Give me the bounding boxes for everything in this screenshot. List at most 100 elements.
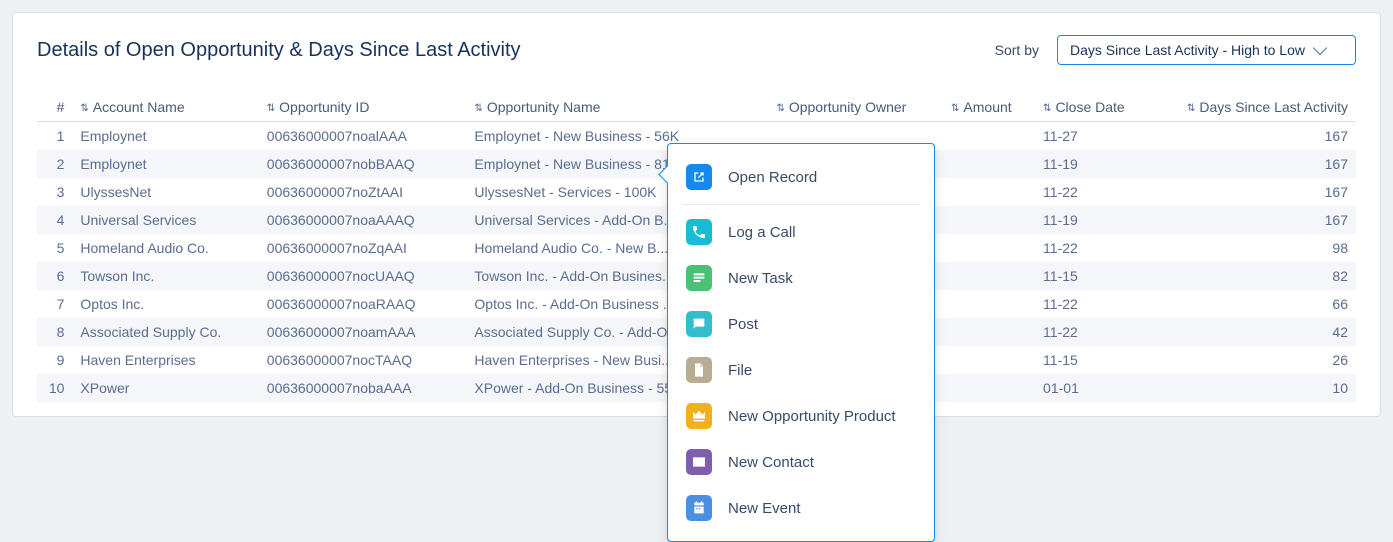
menu-label: New Task xyxy=(728,270,793,287)
sort-icon: ⇅ xyxy=(1043,103,1051,114)
menu-new-opportunity-product[interactable]: New Opportunity Product xyxy=(668,393,934,439)
open-record-icon xyxy=(686,164,712,190)
cell-amount xyxy=(943,346,1035,374)
cell-close-date: 11-15 xyxy=(1035,346,1146,374)
cell-index: 7 xyxy=(37,290,72,318)
cell-days: 167 xyxy=(1146,206,1356,234)
menu-new-task[interactable]: New Task xyxy=(668,255,934,301)
cell-account: Universal Services xyxy=(72,206,258,234)
cell-opportunity-id: 00636000007noZtAAI xyxy=(259,178,467,206)
crown-icon xyxy=(686,403,712,429)
cell-account: Employnet xyxy=(72,150,258,178)
cell-account: Homeland Audio Co. xyxy=(72,234,258,262)
cell-account: UlyssesNet xyxy=(72,178,258,206)
sort-icon: ⇅ xyxy=(776,103,784,114)
cell-days: 167 xyxy=(1146,178,1356,206)
col-opportunity-name[interactable]: ⇅Opportunity Name xyxy=(466,93,768,122)
cell-index: 9 xyxy=(37,346,72,374)
cell-account: Employnet xyxy=(72,122,258,151)
menu-open-record[interactable]: Open Record xyxy=(668,154,934,200)
cell-opportunity-id: 00636000007nobaAAA xyxy=(259,374,467,402)
cell-close-date: 11-27 xyxy=(1035,122,1146,151)
cell-close-date: 11-15 xyxy=(1035,262,1146,290)
cell-index: 1 xyxy=(37,122,72,151)
cell-index: 6 xyxy=(37,262,72,290)
menu-label: New Event xyxy=(728,500,801,517)
cell-days: 167 xyxy=(1146,150,1356,178)
cell-close-date: 11-22 xyxy=(1035,318,1146,346)
menu-label: New Opportunity Product xyxy=(728,408,896,425)
cell-amount xyxy=(943,206,1035,234)
col-account-name[interactable]: ⇅Account Name xyxy=(72,93,258,122)
sort-icon: ⇅ xyxy=(267,103,275,114)
sort-icon: ⇅ xyxy=(951,103,959,114)
chevron-down-icon xyxy=(1313,41,1327,55)
contact-icon xyxy=(686,449,712,475)
menu-post[interactable]: Post xyxy=(668,301,934,347)
cell-days: 98 xyxy=(1146,234,1356,262)
col-amount[interactable]: ⇅Amount xyxy=(943,93,1035,122)
cell-opportunity-id: 00636000007nobBAAQ xyxy=(259,150,467,178)
cell-close-date: 11-19 xyxy=(1035,206,1146,234)
cell-amount xyxy=(943,290,1035,318)
cell-days: 42 xyxy=(1146,318,1356,346)
col-opportunity-owner[interactable]: ⇅Opportunity Owner xyxy=(768,93,943,122)
cell-amount xyxy=(943,150,1035,178)
menu-new-contact[interactable]: New Contact xyxy=(668,439,934,485)
cell-index: 4 xyxy=(37,206,72,234)
sort-icon: ⇅ xyxy=(1187,103,1195,114)
cell-close-date: 11-22 xyxy=(1035,290,1146,318)
cell-opportunity-id: 00636000007nocUAAQ xyxy=(259,262,467,290)
cell-opportunity-id: 00636000007nocTAAQ xyxy=(259,346,467,374)
cell-days: 167 xyxy=(1146,122,1356,151)
menu-new-event[interactable]: New Event xyxy=(668,485,934,531)
menu-file[interactable]: File xyxy=(668,347,934,393)
cell-opportunity-id: 00636000007noZqAAI xyxy=(259,234,467,262)
report-card: Details of Open Opportunity & Days Since… xyxy=(12,12,1381,417)
cell-opportunity-id: 00636000007noaAAAQ xyxy=(259,206,467,234)
cell-amount xyxy=(943,374,1035,402)
cell-opportunity-id: 00636000007noamAAA xyxy=(259,318,467,346)
cell-opportunity-id: 00636000007noaRAAQ xyxy=(259,290,467,318)
row-context-menu: Open Record Log a Call New Task Post Fi xyxy=(667,143,935,542)
col-index[interactable]: # xyxy=(37,93,72,122)
cell-amount xyxy=(943,262,1035,290)
cell-close-date: 01-01 xyxy=(1035,374,1146,402)
cell-close-date: 11-22 xyxy=(1035,234,1146,262)
cell-account: Associated Supply Co. xyxy=(72,318,258,346)
cell-days: 26 xyxy=(1146,346,1356,374)
phone-icon xyxy=(686,219,712,245)
page-title: Details of Open Opportunity & Days Since… xyxy=(37,39,521,62)
cell-account: Haven Enterprises xyxy=(72,346,258,374)
cell-index: 2 xyxy=(37,150,72,178)
cell-days: 82 xyxy=(1146,262,1356,290)
cell-days: 10 xyxy=(1146,374,1356,402)
cell-days: 66 xyxy=(1146,290,1356,318)
cell-amount xyxy=(943,178,1035,206)
cell-index: 10 xyxy=(37,374,72,402)
cell-account: XPower xyxy=(72,374,258,402)
table-header-row: # ⇅Account Name ⇅Opportunity ID ⇅Opportu… xyxy=(37,93,1356,122)
cell-opportunity-id: 00636000007noalAAA xyxy=(259,122,467,151)
menu-label: File xyxy=(728,362,752,379)
col-days-since-last-activity[interactable]: ⇅Days Since Last Activity xyxy=(1146,93,1356,122)
menu-log-call[interactable]: Log a Call xyxy=(668,209,934,255)
cell-amount xyxy=(943,318,1035,346)
cell-close-date: 11-19 xyxy=(1035,150,1146,178)
menu-divider xyxy=(682,204,920,205)
menu-label: Log a Call xyxy=(728,224,796,241)
menu-label: Open Record xyxy=(728,169,817,186)
sort-icon: ⇅ xyxy=(474,103,482,114)
cell-index: 8 xyxy=(37,318,72,346)
cell-close-date: 11-22 xyxy=(1035,178,1146,206)
file-icon xyxy=(686,357,712,383)
menu-label: New Contact xyxy=(728,454,814,471)
col-opportunity-id[interactable]: ⇅Opportunity ID xyxy=(259,93,467,122)
cell-index: 3 xyxy=(37,178,72,206)
menu-label: Post xyxy=(728,316,758,333)
sort-select[interactable]: Days Since Last Activity - High to Low xyxy=(1057,35,1356,65)
cell-account: Towson Inc. xyxy=(72,262,258,290)
cell-account: Optos Inc. xyxy=(72,290,258,318)
header-row: Details of Open Opportunity & Days Since… xyxy=(37,35,1356,65)
col-close-date[interactable]: ⇅Close Date xyxy=(1035,93,1146,122)
